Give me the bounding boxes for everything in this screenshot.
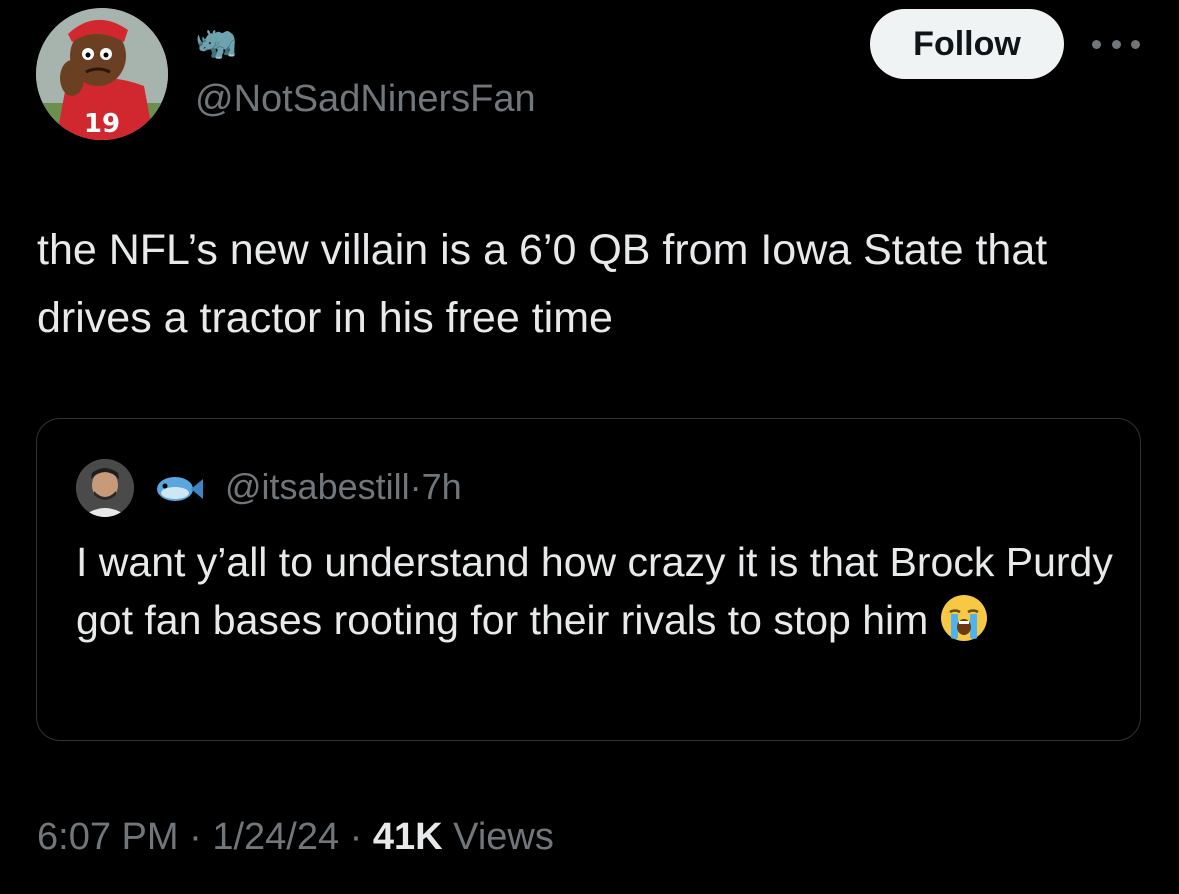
cartoon-fan-avatar-icon: 19 xyxy=(36,8,168,140)
quoted-author-avatar[interactable] xyxy=(76,459,134,517)
follow-button[interactable]: Follow xyxy=(870,9,1064,79)
quoted-tweet-text: I want y’all to understand how crazy it … xyxy=(76,533,1116,649)
tweet-date[interactable]: 1/24/24 xyxy=(212,816,339,858)
quoted-time[interactable]: 7h xyxy=(422,466,462,507)
footer-separator: · xyxy=(189,816,202,858)
person-avatar-icon xyxy=(76,459,134,517)
tweet-text: the NFL’s new villain is a 6’0 QB from I… xyxy=(37,226,1048,342)
author-handle[interactable]: @NotSadNinersFan xyxy=(195,76,536,122)
quoted-handle[interactable]: @itsabestill xyxy=(225,466,410,507)
quoted-tweet-card[interactable]: @itsabestill·7h I want y’all to understa… xyxy=(36,418,1141,741)
dot xyxy=(1092,39,1101,49)
meta-separator: · xyxy=(409,466,422,507)
fish-emoji-icon xyxy=(153,467,205,511)
tweet-time[interactable]: 6:07 PM xyxy=(37,816,179,858)
loudly-crying-emoji-icon xyxy=(938,592,990,644)
author-avatar[interactable]: 19 xyxy=(36,8,168,140)
views-count: 41K xyxy=(372,816,443,858)
dot xyxy=(1131,39,1140,49)
tweet-footer: 6:07 PM · 1/24/24 · 41K Views xyxy=(37,812,554,862)
footer-separator: · xyxy=(349,816,363,858)
display-name-emoji: 🦏 xyxy=(195,23,238,61)
svg-text:19: 19 xyxy=(84,109,120,139)
views-label: Views xyxy=(453,816,554,858)
quoted-tweet-meta: @itsabestill·7h xyxy=(225,465,462,509)
more-horizontal-icon[interactable] xyxy=(1092,34,1140,54)
dot xyxy=(1111,39,1121,49)
